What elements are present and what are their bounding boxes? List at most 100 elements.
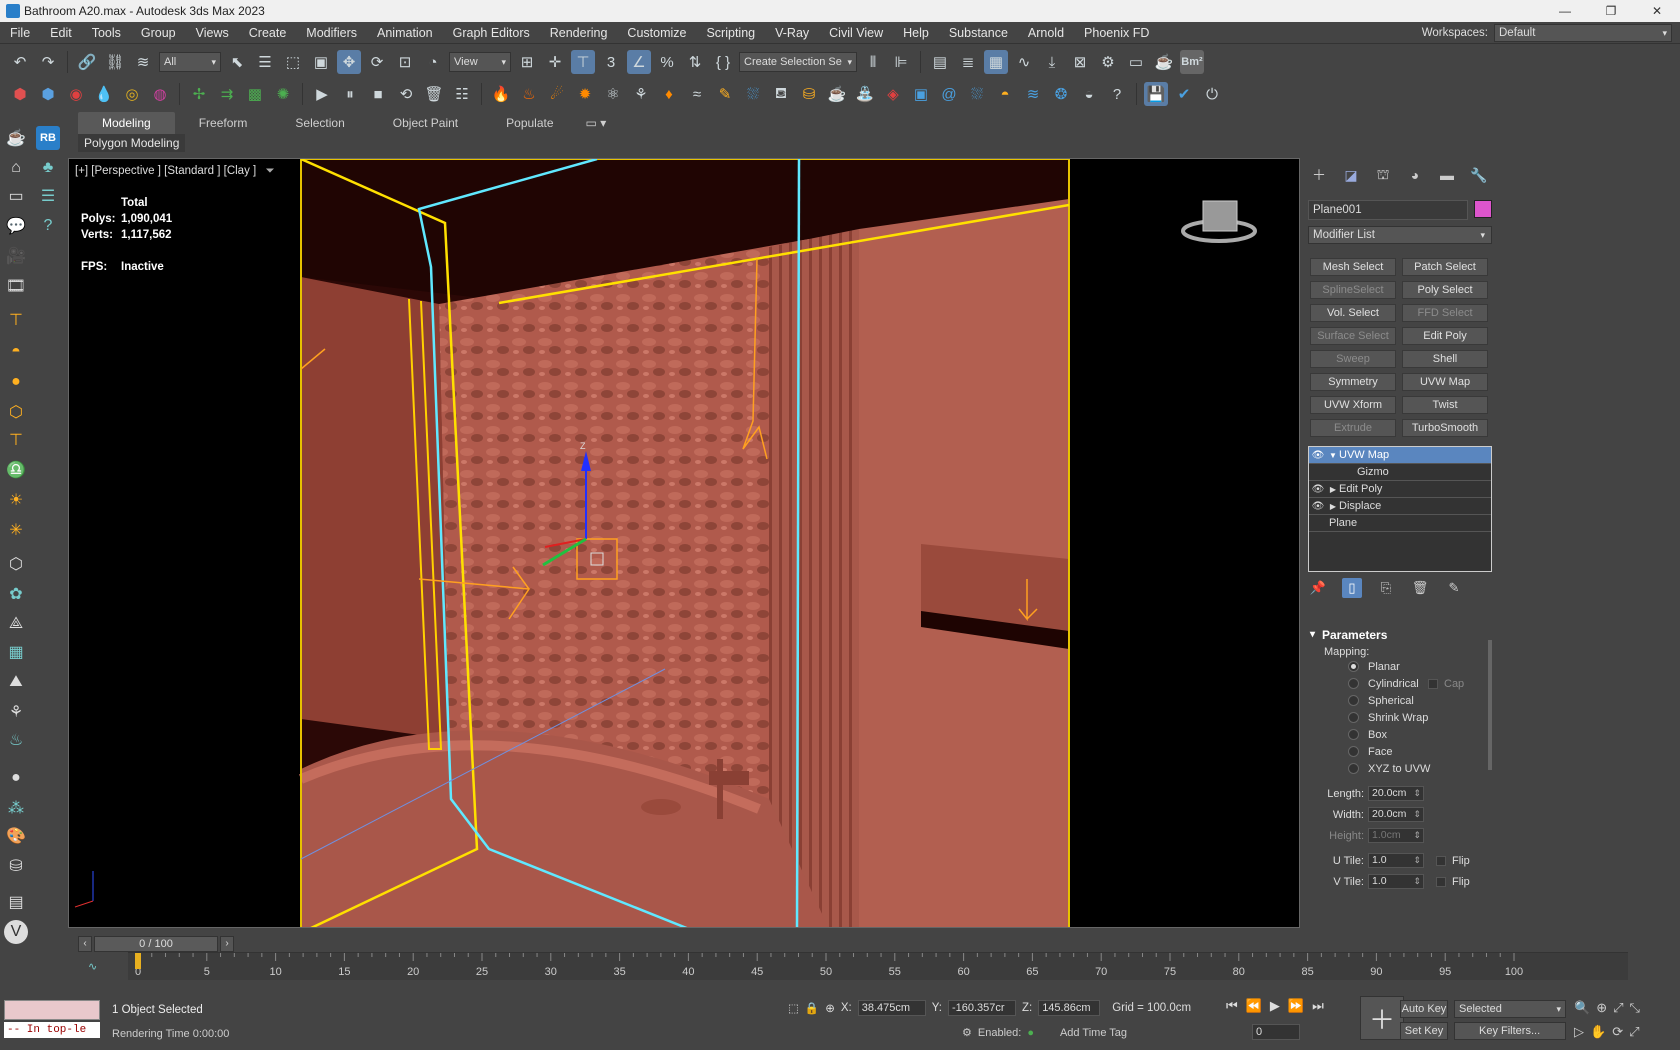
radio-button[interactable] bbox=[1348, 678, 1359, 689]
select-by-name-icon[interactable]: ☰ bbox=[253, 50, 277, 74]
water-spray-icon[interactable]: ⛆ bbox=[965, 82, 989, 106]
key-filters-button[interactable]: Key Filters... bbox=[1454, 1022, 1566, 1040]
checkbox[interactable] bbox=[1428, 679, 1438, 689]
v-tile-spinner[interactable]: 1.0 bbox=[1368, 874, 1424, 889]
ambient-light-icon[interactable]: ♎ bbox=[4, 458, 28, 482]
mapping-shrink-wrap-option[interactable]: Shrink Wrap bbox=[1308, 709, 1492, 726]
fur-icon[interactable]: ✿ bbox=[4, 582, 28, 606]
select-manipulate-icon[interactable]: ✛ bbox=[543, 50, 567, 74]
minimize-button[interactable]: — bbox=[1542, 0, 1588, 22]
timeline-track[interactable]: 0 5 10 15 20 25 30 35 40 45 50 55 60 65 70 75 80 85 90 95 10… bbox=[128, 952, 1628, 980]
water-cup-icon[interactable]: ☕ bbox=[825, 82, 849, 106]
checkbox[interactable] bbox=[1436, 876, 1446, 887]
sky-icon[interactable]: ✳ bbox=[4, 518, 28, 542]
camera-icon[interactable]: 🎥 bbox=[4, 244, 28, 268]
next-frame-button[interactable]: › bbox=[220, 936, 234, 952]
environment-icon[interactable]: ⛰ bbox=[4, 670, 28, 694]
v-flip-checkbox[interactable]: Flip bbox=[1436, 876, 1470, 888]
mesh-select-button[interactable]: Mesh Select bbox=[1310, 258, 1396, 276]
grass-icon[interactable]: ⚘ bbox=[4, 700, 28, 724]
stack-item-displace[interactable]: 👁 ▶ Displace bbox=[1309, 498, 1491, 515]
select-place-icon[interactable]: ◔ bbox=[421, 50, 445, 74]
display-tab-icon[interactable]: ▬ bbox=[1436, 164, 1458, 186]
menu-modifiers[interactable]: Modifiers bbox=[296, 22, 367, 44]
object-icon[interactable]: ⌂ bbox=[4, 156, 28, 180]
auto-key-button[interactable]: Auto Key bbox=[1400, 1000, 1448, 1018]
twist-button[interactable]: Twist bbox=[1402, 396, 1488, 414]
viewport-label-menu[interactable]: [+] [Perspective ] [Standard ] [Clay ] ⏷ bbox=[75, 165, 275, 178]
extrude-button[interactable]: Extrude bbox=[1310, 419, 1396, 437]
fire-wind-icon[interactable]: ≈ bbox=[685, 82, 709, 106]
save-icon[interactable]: 💾 bbox=[1144, 82, 1168, 106]
adaptive-degradation-icon[interactable]: ⚙ bbox=[962, 1026, 972, 1039]
ribbon-options-icon[interactable]: ▭ ▾ bbox=[578, 112, 615, 134]
vray-sphere-yellow-icon[interactable]: ◎ bbox=[120, 82, 144, 106]
vray-sphere-pink-icon[interactable]: ◍ bbox=[148, 82, 172, 106]
bm2-icon[interactable]: Bm² bbox=[1180, 50, 1204, 74]
eye-icon[interactable]: 👁 bbox=[1309, 501, 1327, 512]
field-of-view-icon[interactable]: ▷ bbox=[1574, 1024, 1584, 1040]
object-color-swatch[interactable] bbox=[1474, 200, 1492, 218]
menu-group[interactable]: Group bbox=[131, 22, 186, 44]
foam-icon[interactable]: ❂ bbox=[1049, 82, 1073, 106]
filter-icon[interactable]: ⏷ bbox=[265, 165, 274, 177]
layers-icon[interactable]: ☰ bbox=[36, 184, 60, 208]
maxscript-output[interactable]: -- In top-le bbox=[4, 1022, 100, 1038]
prev-frame-button[interactable]: ‹ bbox=[78, 936, 92, 952]
radio-button[interactable] bbox=[1348, 746, 1359, 757]
water-red-icon[interactable]: ◈ bbox=[881, 82, 905, 106]
unlink-icon[interactable]: ⛓ bbox=[103, 50, 127, 74]
eye-icon[interactable]: 👁 bbox=[1309, 450, 1327, 461]
link-icon[interactable]: 🔗 bbox=[75, 50, 99, 74]
scatter-green-icon[interactable]: ✢ bbox=[187, 82, 211, 106]
eye-icon[interactable]: 👁 bbox=[1309, 484, 1327, 495]
proxy-icon[interactable]: ⬡ bbox=[4, 552, 28, 576]
percent-snap-icon[interactable]: % bbox=[655, 50, 679, 74]
add-time-tag[interactable]: Add Time Tag bbox=[1060, 1027, 1127, 1039]
speech-icon[interactable]: 💬 bbox=[4, 214, 28, 238]
grid-green-icon[interactable]: ▩ bbox=[243, 82, 267, 106]
menu-create[interactable]: Create bbox=[239, 22, 297, 44]
zoom-all-icon[interactable]: ⊕ bbox=[1596, 1000, 1607, 1016]
mapping-planar-option[interactable]: Planar bbox=[1308, 658, 1492, 675]
stack-item-plane[interactable]: Plane bbox=[1309, 515, 1491, 532]
menu-scripting[interactable]: Scripting bbox=[696, 22, 765, 44]
select-scale-icon[interactable]: ⊡ bbox=[393, 50, 417, 74]
expand-icon[interactable]: ▼ bbox=[1327, 451, 1339, 460]
lock-icon[interactable]: 🔒 bbox=[805, 1001, 819, 1015]
water-source-icon[interactable]: ⛆ bbox=[741, 82, 765, 106]
create-tab-icon[interactable]: ＋ bbox=[1308, 164, 1330, 186]
set-keys-icon[interactable]: ＋ bbox=[1360, 996, 1404, 1040]
redo-icon[interactable]: ↷ bbox=[36, 50, 60, 74]
mapping-box-option[interactable]: Box bbox=[1308, 726, 1492, 743]
height-spinner[interactable]: 1.0cm bbox=[1368, 828, 1424, 843]
curve-editor-icon[interactable]: ∿ bbox=[1012, 50, 1036, 74]
go-to-end-icon[interactable]: ⏭ bbox=[1312, 998, 1324, 1014]
rendered-frame-window-icon[interactable]: ▭ bbox=[1124, 50, 1148, 74]
mapping-cylindrical-option[interactable]: Cylindrical Cap bbox=[1308, 675, 1492, 692]
decal-icon[interactable]: ▦ bbox=[4, 640, 28, 664]
uvw-xform-button[interactable]: UVW Xform bbox=[1310, 396, 1396, 414]
make-unique-icon[interactable]: ⎘ bbox=[1376, 578, 1396, 598]
pin-stack-icon[interactable]: 📌 bbox=[1308, 578, 1328, 598]
radio-button[interactable] bbox=[1348, 695, 1359, 706]
spinner-snap-icon[interactable]: ⇅ bbox=[683, 50, 707, 74]
cap-checkbox[interactable]: Cap bbox=[1428, 678, 1464, 690]
ffd-select-button[interactable]: FFD Select bbox=[1402, 304, 1488, 322]
z-coord-field[interactable]: 145.86cm bbox=[1038, 1000, 1101, 1016]
radio-button[interactable] bbox=[1348, 763, 1359, 774]
menu-phoenix-fd[interactable]: Phoenix FD bbox=[1074, 22, 1159, 44]
poly-select-button[interactable]: Poly Select bbox=[1402, 281, 1488, 299]
show-end-result-icon[interactable]: ▯ bbox=[1342, 578, 1362, 598]
zoom-extents-all-icon[interactable]: ⤡ bbox=[1630, 1000, 1640, 1016]
configure-sets-icon[interactable]: ✎ bbox=[1444, 578, 1464, 598]
stop-icon[interactable]: ■ bbox=[366, 82, 390, 106]
material-editor-icon[interactable]: ⊠ bbox=[1068, 50, 1092, 74]
perspective-viewport[interactable]: Z [+] [Perspective ] [Standard ] [Clay ]… bbox=[68, 158, 1300, 928]
modify-tab-icon[interactable]: ◪ bbox=[1340, 164, 1362, 186]
ies-light-icon[interactable]: ⊤ bbox=[4, 428, 28, 452]
select-object-icon[interactable]: ⬉ bbox=[225, 50, 249, 74]
play-icon[interactable]: ▶ bbox=[310, 82, 334, 106]
polygon-modeling-panel[interactable]: Polygon Modeling bbox=[78, 134, 186, 152]
spline-select-button[interactable]: SplineSelect bbox=[1310, 281, 1396, 299]
